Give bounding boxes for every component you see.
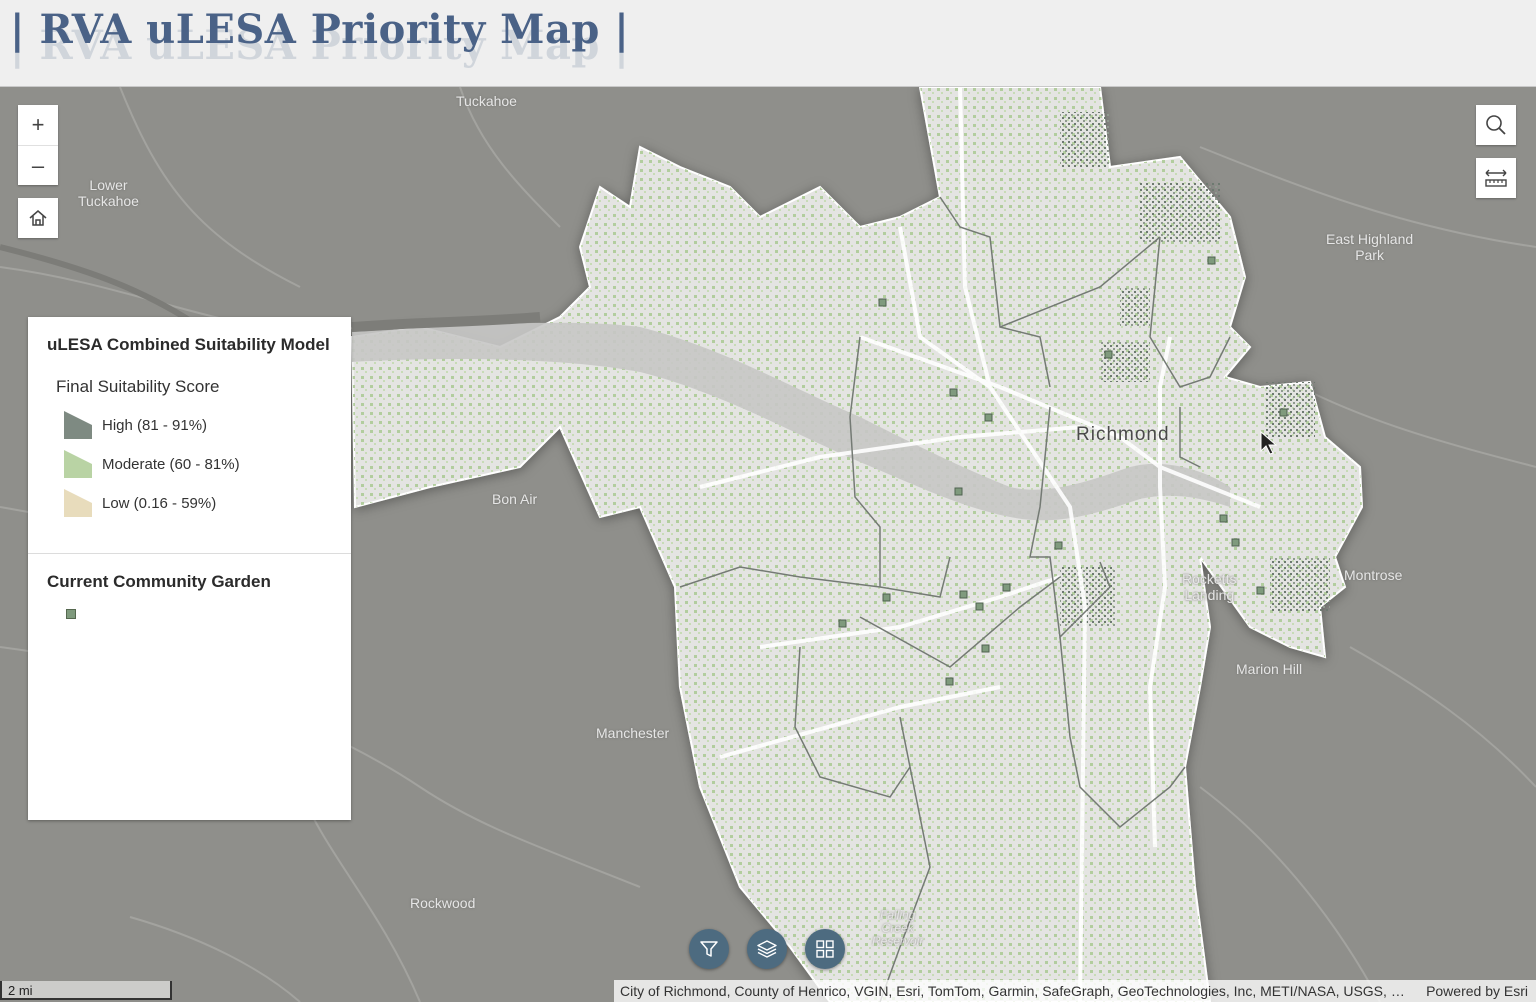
legend-layer2-title: Current Community Garden	[47, 572, 271, 591]
legend-label-high: High (81 - 91%)	[102, 416, 208, 434]
legend-label-low: Low (0.16 - 59%)	[102, 494, 217, 512]
place-label-marion-hill: Marion Hill	[1236, 661, 1303, 677]
legend-swatch-low	[64, 489, 92, 517]
app-header: | RVA uLESA Priority Map | | RVA uLESA P…	[0, 0, 1536, 87]
place-label-montrose: Montrose	[1344, 567, 1403, 583]
legend-label-moderate: Moderate (60 - 81%)	[102, 455, 240, 473]
grid-icon	[816, 940, 834, 958]
powered-by-esri[interactable]: Powered by Esri	[1426, 980, 1528, 1002]
legend-swatch-high	[64, 411, 92, 439]
place-label-east-highland-park: East Highland Park	[1326, 231, 1414, 263]
home-button[interactable]	[18, 198, 58, 238]
legend-swatch-moderate	[64, 450, 92, 478]
layers-button[interactable]	[747, 929, 787, 969]
place-label-lower-tuckahoe: Lower Tuckahoe	[78, 177, 139, 209]
attribution-sources: City of Richmond, County of Henrico, VGI…	[620, 983, 1410, 999]
filter-button[interactable]	[689, 929, 729, 969]
scale-bar: 2 mi	[0, 981, 172, 1000]
place-label-falling-creek-reservoir: Falling Creek Reservoir	[872, 908, 924, 948]
attribution-bar[interactable]: City of Richmond, County of Henrico, VGI…	[614, 980, 1536, 1002]
legend-panel: uLESA Combined Suitability Model Final S…	[28, 317, 351, 820]
search-button[interactable]	[1476, 105, 1516, 145]
zoom-control: + –	[18, 105, 58, 185]
legend-layer-title: uLESA Combined Suitability Model	[47, 335, 330, 354]
home-icon	[29, 210, 47, 226]
filter-icon	[700, 941, 718, 957]
community-garden-symbol	[66, 609, 76, 619]
legend-class-low: Low (0.16 - 59%)	[64, 489, 216, 517]
place-label-rockwood: Rockwood	[410, 895, 476, 911]
zoom-out-button[interactable]: –	[18, 145, 58, 186]
place-label-richmond: Richmond	[1076, 424, 1170, 445]
legend-divider	[28, 553, 351, 554]
legend-field-title: Final Suitability Score	[56, 377, 220, 396]
zoom-in-button[interactable]: +	[18, 105, 58, 145]
app-title: | RVA uLESA Priority Map |	[10, 6, 630, 53]
measure-button[interactable]	[1476, 158, 1516, 198]
layers-icon	[757, 940, 777, 958]
basemap-gallery-button[interactable]	[805, 929, 845, 969]
measure-icon	[1485, 169, 1507, 187]
place-label-tuckahoe: Tuckahoe	[456, 93, 517, 109]
search-icon	[1486, 115, 1506, 135]
place-label-rocketts-landing: Rocketts Landing	[1182, 571, 1237, 603]
place-label-manchester: Manchester	[596, 725, 670, 741]
legend-class-moderate: Moderate (60 - 81%)	[64, 450, 240, 478]
place-label-bon-air: Bon Air	[492, 491, 538, 507]
legend-class-high: High (81 - 91%)	[64, 411, 207, 439]
